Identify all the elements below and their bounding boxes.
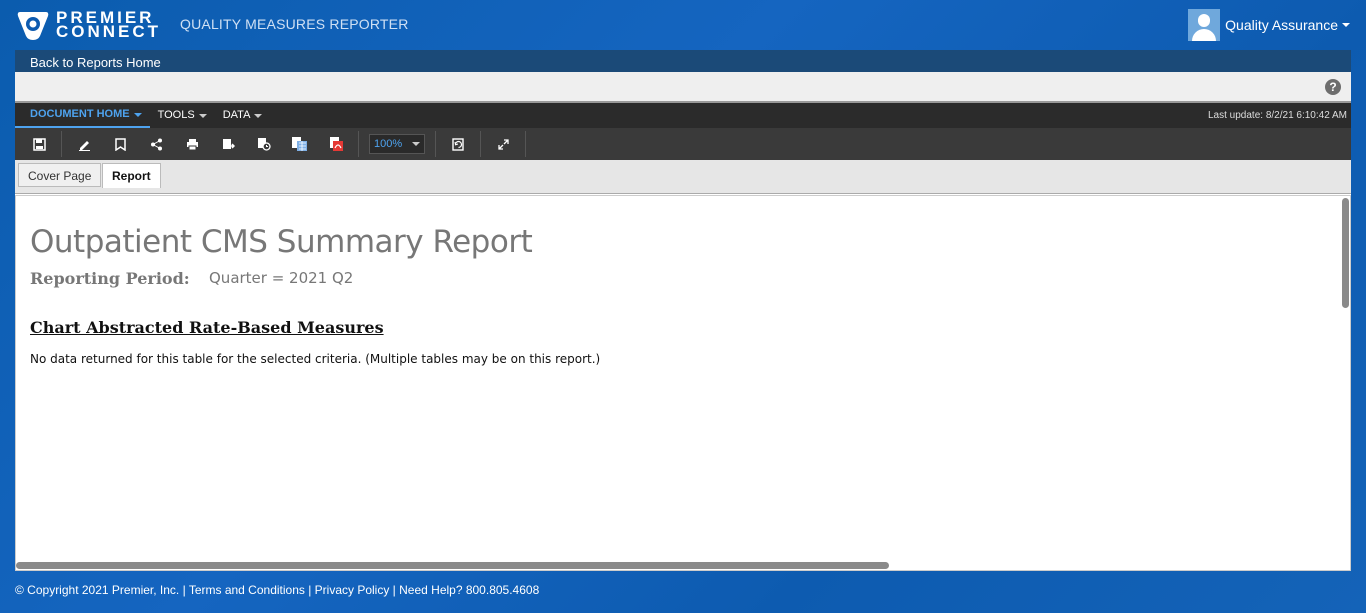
share-button[interactable] [138, 128, 174, 160]
export-excel-button[interactable] [282, 128, 318, 160]
premier-logo[interactable]: PREMIER CONNECT [16, 8, 161, 42]
horizontal-scrollbar[interactable] [16, 562, 889, 569]
refresh-button[interactable] [440, 128, 476, 160]
premier-logo-icon [17, 12, 49, 40]
save-icon [32, 137, 46, 151]
footer: © Copyright 2021 Premier, Inc. | Terms a… [15, 583, 540, 597]
menu-data-label: DATA [222, 109, 251, 121]
logo-text: PREMIER CONNECT [56, 9, 162, 41]
back-bar: Back to Reports Home [15, 50, 1351, 72]
toolbar-divider [435, 131, 436, 157]
chevron-down-icon [254, 113, 263, 118]
last-update: Last update: 8/2/21 6:10:42 AM [1208, 110, 1347, 121]
reporting-period-value: Quarter = 2021 Q2 [209, 269, 354, 287]
help-icon[interactable]: ? [1325, 79, 1341, 95]
schedule-button[interactable] [246, 128, 282, 160]
menu-bar: DOCUMENT HOME TOOLS DATA Last update: 8/… [15, 103, 1351, 128]
save-button[interactable] [21, 128, 57, 160]
section-heading: Chart Abstracted Rate-Based Measures [30, 318, 384, 337]
bookmark-icon [114, 137, 126, 151]
menu-document-home-label: DOCUMENT HOME [30, 108, 130, 120]
print-icon [186, 138, 198, 150]
fullscreen-button[interactable] [485, 128, 521, 160]
menu-tools-label: TOOLS [157, 109, 195, 121]
menu-data[interactable]: DATA [215, 103, 271, 128]
bookmark-button[interactable] [102, 128, 138, 160]
chevron-down-icon [198, 113, 207, 118]
app-title: QUALITY MEASURES REPORTER [180, 16, 409, 32]
zoom-value: 100% [374, 138, 403, 150]
chevron-down-icon [133, 112, 142, 117]
help-bar: ? [15, 72, 1351, 103]
avatar [1188, 9, 1221, 41]
top-header: PREMIER CONNECT QUALITY MEASURES REPORTE… [0, 0, 1366, 48]
chevron-down-icon [412, 142, 421, 146]
user-name: Quality Assurance [1225, 17, 1338, 33]
toolbar-divider [480, 131, 481, 157]
report-tabs: Cover Page Report [15, 160, 1351, 194]
edit-button[interactable] [66, 128, 102, 160]
user-menu[interactable]: Quality Assurance [1188, 9, 1350, 41]
reporting-period: Reporting Period: Quarter = 2021 Q2 [30, 269, 353, 288]
export-button[interactable] [210, 128, 246, 160]
pdf-icon [330, 137, 343, 151]
export-pdf-button[interactable] [318, 128, 354, 160]
menu-tools[interactable]: TOOLS [150, 103, 215, 128]
report-title: Outpatient CMS Summary Report [30, 224, 533, 260]
share-icon [150, 138, 162, 150]
tab-cover-page[interactable]: Cover Page [18, 163, 102, 187]
tab-report[interactable]: Report [102, 163, 161, 188]
vertical-scrollbar[interactable] [1342, 198, 1349, 308]
toolbar-divider [61, 131, 62, 157]
toolbar-divider [358, 131, 359, 157]
menu-document-home[interactable]: DOCUMENT HOME [15, 103, 150, 128]
edit-icon [78, 140, 90, 151]
report-content: Outpatient CMS Summary Report Reporting … [15, 195, 1351, 571]
toolbar-divider [525, 131, 526, 157]
zoom-select[interactable]: 100% [369, 134, 425, 154]
export-icon [223, 138, 235, 149]
toolbar: 100% [15, 128, 1351, 160]
fullscreen-icon [497, 138, 509, 150]
excel-icon [292, 137, 307, 151]
chevron-down-icon [1342, 23, 1350, 27]
back-to-reports-link[interactable]: Back to Reports Home [30, 55, 161, 70]
reporting-period-label: Reporting Period: [30, 269, 190, 288]
refresh-icon [451, 137, 464, 151]
no-data-message: No data returned for this table for the … [30, 352, 601, 366]
report-frame: Back to Reports Home ? DOCUMENT HOME TOO… [15, 50, 1351, 571]
logo-line-2: CONNECT [56, 22, 162, 41]
print-button[interactable] [174, 128, 210, 160]
schedule-icon [258, 138, 271, 151]
